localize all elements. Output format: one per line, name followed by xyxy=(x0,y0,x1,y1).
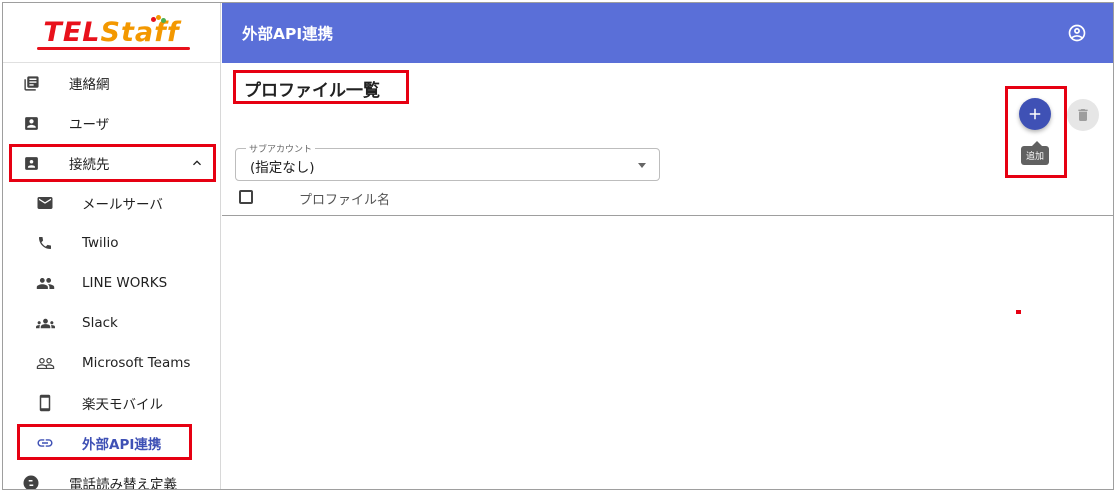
mail-icon xyxy=(35,193,55,213)
sidebar-item-mail-server[interactable]: メールサーバ xyxy=(3,183,220,223)
chevron-up-icon[interactable] xyxy=(189,155,205,171)
sidebar-item-label: 連絡網 xyxy=(69,77,110,93)
sidebar-item-label: 接続先 xyxy=(69,157,110,173)
sidebar-item-label: 電話読み替え定義 xyxy=(69,477,177,490)
sidebar-item-label: 楽天モバイル xyxy=(82,397,163,413)
sidebar-item-line-works[interactable]: LINE WORKS xyxy=(3,263,220,303)
user-icon xyxy=(21,113,41,133)
trash-icon xyxy=(1078,109,1088,121)
dropdown-arrow-icon xyxy=(638,163,646,168)
phone-swap-icon xyxy=(21,473,41,489)
smartphone-icon xyxy=(35,393,55,413)
logo: TELStaff xyxy=(3,3,220,63)
people-icon xyxy=(35,273,55,293)
subaccount-select[interactable]: サブアカウント (指定なし) xyxy=(235,142,660,181)
sidebar-item-rakuten-mobile[interactable]: 楽天モバイル xyxy=(3,383,220,423)
add-button[interactable] xyxy=(1019,98,1051,130)
sidebar-item-label: Twilio xyxy=(82,235,119,251)
telstaff-logo: TELStaff xyxy=(37,15,190,50)
sidebar-item-phone-mapping[interactable]: 電話読み替え定義 xyxy=(3,463,220,490)
select-all-checkbox[interactable] xyxy=(239,190,253,204)
phone-icon xyxy=(35,233,55,253)
subaccount-label: サブアカウント xyxy=(246,142,316,155)
page-header-title: 外部API連携 xyxy=(242,25,334,43)
sidebar-item-slack[interactable]: Slack xyxy=(3,303,220,343)
add-tooltip: 追加 xyxy=(1021,146,1050,165)
sidebar-item-label: メールサーバ xyxy=(82,197,163,213)
sidebar-item-microsoft-teams[interactable]: Microsoft Teams xyxy=(3,343,220,383)
account-circle-icon[interactable] xyxy=(1067,23,1087,43)
groups-icon xyxy=(35,313,55,333)
sidebar-item-contact-network[interactable]: 連絡網 xyxy=(3,63,220,103)
sidebar-item-connections[interactable]: 接続先 xyxy=(3,143,220,183)
sidebar-item-label: Slack xyxy=(82,315,118,331)
app-window: TELStaff 連絡網 ユーザ 接続先 メールサーバ Twilio LINE … xyxy=(2,2,1114,490)
sidebar: TELStaff 連絡網 ユーザ 接続先 メールサーバ Twilio LINE … xyxy=(3,3,221,489)
top-app-bar: 外部API連携 xyxy=(222,3,1113,63)
page-title: プロファイル一覧 xyxy=(244,81,380,101)
sidebar-item-label: LINE WORKS xyxy=(82,275,168,291)
contact-list-icon xyxy=(21,73,41,93)
contact-card-icon xyxy=(21,153,41,173)
sidebar-item-label: 外部API連携 xyxy=(82,437,162,453)
sidebar-item-label: Microsoft Teams xyxy=(82,355,191,371)
sidebar-item-users[interactable]: ユーザ xyxy=(3,103,220,143)
sidebar-item-label: ユーザ xyxy=(69,117,110,133)
column-header-profile-name[interactable]: プロファイル名 xyxy=(299,189,390,208)
marker-dot xyxy=(1016,310,1021,314)
subaccount-value: (指定なし) xyxy=(250,160,315,176)
sidebar-nav: 連絡網 ユーザ 接続先 メールサーバ Twilio LINE WORKS Sla… xyxy=(3,63,220,490)
table-header: プロファイル名 xyxy=(222,181,1113,216)
people-outline-icon xyxy=(35,353,55,373)
delete-button[interactable] xyxy=(1067,99,1099,131)
link-icon xyxy=(35,433,55,453)
main-content: プロファイル一覧 追加 サブアカウント (指定なし) プロファイル名 xyxy=(222,63,1113,489)
sidebar-item-external-api[interactable]: 外部API連携 xyxy=(3,423,220,463)
sidebar-item-twilio[interactable]: Twilio xyxy=(3,223,220,263)
plus-icon xyxy=(1029,108,1041,120)
